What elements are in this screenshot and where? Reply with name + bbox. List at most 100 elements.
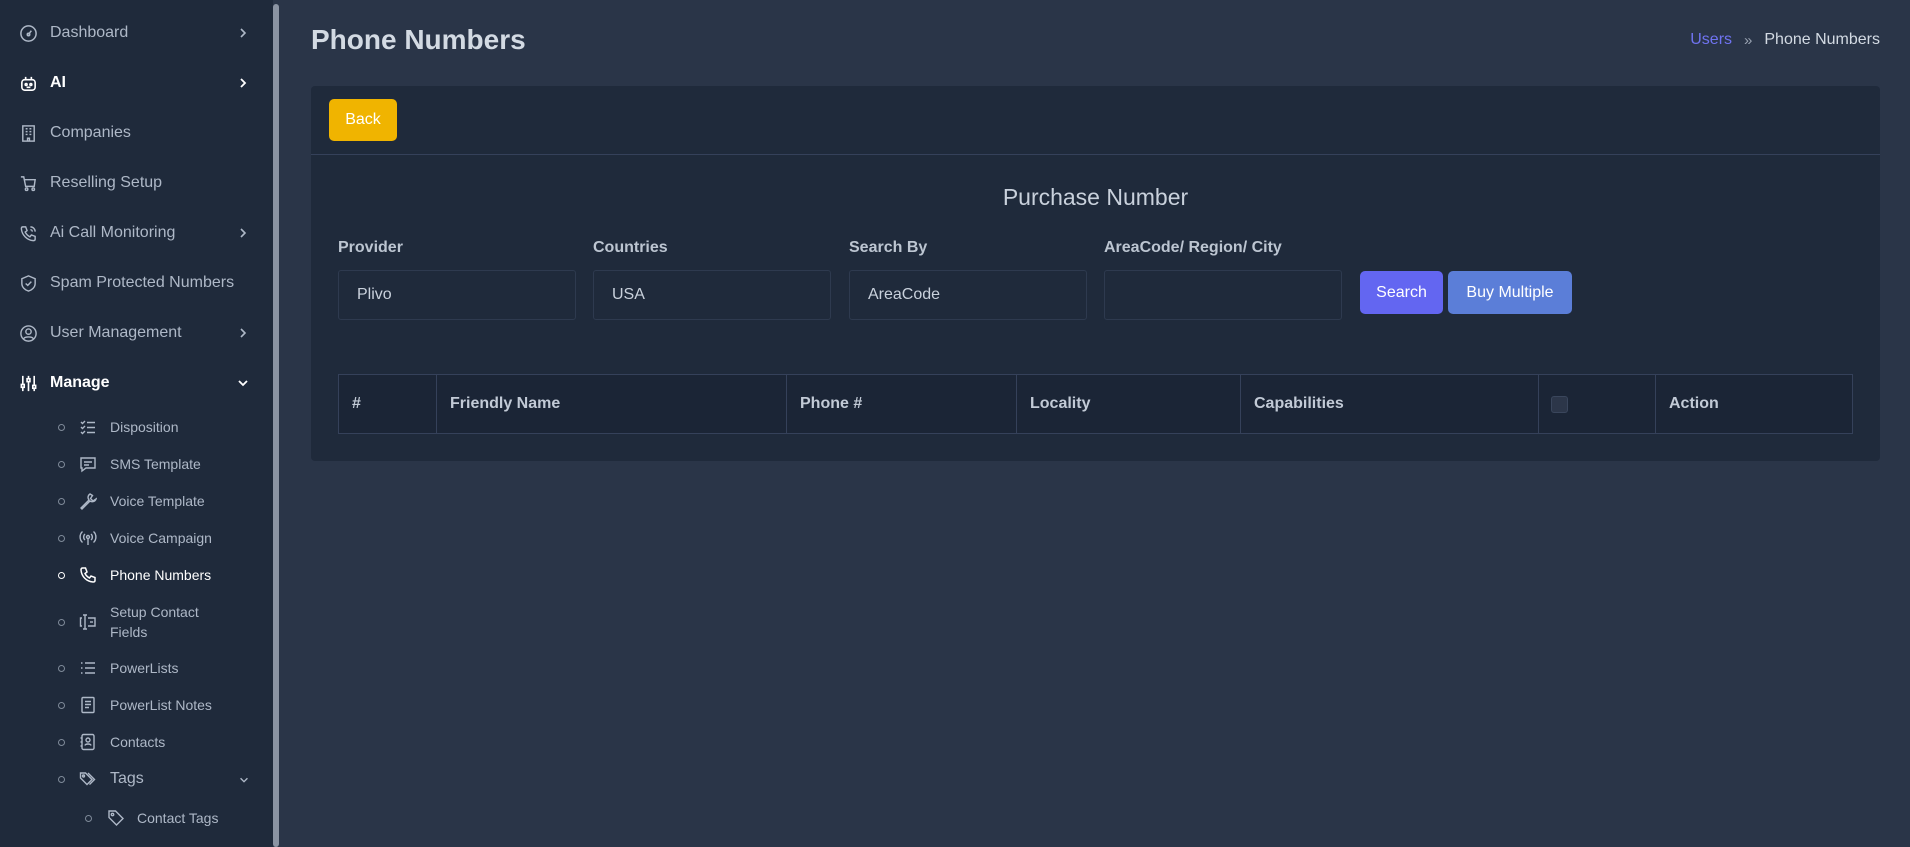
sidebar: Dashboard AI Companies Reselling Setup A… bbox=[0, 0, 273, 847]
shield-check-icon bbox=[19, 274, 38, 293]
provider-select[interactable]: Plivo bbox=[338, 270, 576, 320]
numbers-table-header: # Friendly Name Phone # Locality Capabil… bbox=[338, 374, 1853, 434]
column-header-friendly-name: Friendly Name bbox=[437, 375, 787, 433]
sidebar-subitem-voice-campaign[interactable]: Voice Campaign bbox=[0, 528, 273, 548]
sidebar-item-manage[interactable]: Manage bbox=[0, 358, 273, 408]
sidebar-subitem-sms-template[interactable]: SMS Template bbox=[0, 454, 273, 474]
building-icon bbox=[19, 124, 38, 143]
tags-icon bbox=[79, 770, 97, 788]
phone-icon bbox=[79, 566, 97, 584]
chevron-right-icon bbox=[236, 226, 250, 240]
wrench-icon bbox=[79, 492, 98, 510]
sidebar-subitem-label: Disposition bbox=[110, 419, 179, 435]
phone-call-icon bbox=[19, 224, 38, 243]
sidebar-item-label: Companies bbox=[50, 124, 131, 141]
countries-select[interactable]: USA bbox=[593, 270, 831, 320]
card-title: Purchase Number bbox=[1002, 184, 1189, 210]
sidebar-item-companies[interactable]: Companies bbox=[0, 108, 273, 158]
chevron-down-icon bbox=[238, 773, 250, 785]
areacode-label: AreaCode/ Region/ City bbox=[1104, 239, 1282, 256]
sidebar-subitem-label: Setup Contact Fields bbox=[110, 604, 199, 640]
bullet-icon bbox=[58, 424, 65, 431]
bullet-icon bbox=[58, 702, 65, 709]
column-header-phone: Phone # bbox=[787, 375, 1017, 433]
list-icon bbox=[79, 659, 97, 677]
sidebar-subitem-powerlist-notes[interactable]: PowerList Notes bbox=[0, 695, 273, 715]
card-header: Back bbox=[311, 86, 1880, 155]
column-header-action: Action bbox=[1669, 395, 1719, 412]
broadcast-icon bbox=[79, 529, 97, 547]
bullet-icon bbox=[58, 776, 65, 783]
sidebar-item-label: AI bbox=[50, 74, 66, 91]
sidebar-subitem-voice-template[interactable]: Voice Template bbox=[0, 491, 273, 511]
bullet-icon bbox=[58, 535, 65, 542]
page-title: Phone Numbers bbox=[311, 24, 526, 55]
sidebar-subitem-label: SMS Template bbox=[110, 456, 201, 472]
message-icon bbox=[79, 455, 97, 473]
breadcrumb-link-users[interactable]: Users bbox=[1690, 31, 1732, 49]
search-button[interactable]: Search bbox=[1360, 271, 1443, 314]
countries-label: Countries bbox=[593, 239, 668, 256]
sidebar-item-label: Manage bbox=[50, 374, 110, 391]
robot-icon bbox=[19, 74, 38, 93]
sidebar-subitem-label: Tags bbox=[110, 770, 144, 787]
bullet-icon bbox=[58, 461, 65, 468]
back-button[interactable]: Back bbox=[329, 99, 397, 141]
sidebar-scrollbar-thumb[interactable] bbox=[273, 4, 279, 847]
sidebar-subitem-label: Contacts bbox=[110, 734, 166, 750]
bullet-icon bbox=[58, 498, 65, 505]
sidebar-item-label: User Management bbox=[50, 324, 182, 341]
sidebar-subitem-disposition[interactable]: Disposition bbox=[0, 417, 273, 437]
column-header-locality: Locality bbox=[1017, 375, 1241, 433]
breadcrumb-current: Phone Numbers bbox=[1764, 31, 1880, 48]
areacode-input[interactable] bbox=[1104, 270, 1342, 320]
sidebar-subitem-label: Voice Campaign bbox=[110, 530, 212, 546]
bullet-icon bbox=[58, 619, 65, 626]
chevron-right-icon bbox=[236, 26, 250, 40]
address-book-icon bbox=[79, 733, 97, 751]
gauge-icon bbox=[19, 24, 38, 43]
sidebar-item-ai[interactable]: AI bbox=[0, 58, 273, 108]
sliders-icon bbox=[19, 374, 38, 393]
tag-icon bbox=[107, 809, 125, 827]
sidebar-subitem-contact-tags[interactable]: Contact Tags bbox=[0, 808, 273, 828]
column-header-capabilities: Capabilities bbox=[1241, 375, 1539, 433]
sidebar-item-spam-protected-numbers[interactable]: Spam Protected Numbers bbox=[0, 258, 273, 308]
sidebar-subitem-label: Phone Numbers bbox=[110, 567, 212, 583]
sidebar-item-ai-call-monitoring[interactable]: Ai Call Monitoring bbox=[0, 208, 273, 258]
notes-icon bbox=[79, 696, 97, 714]
sidebar-item-label: Dashboard bbox=[50, 24, 129, 41]
select-all-checkbox[interactable] bbox=[1551, 396, 1568, 413]
bullet-icon bbox=[58, 739, 65, 746]
breadcrumb-separator-icon: » bbox=[1744, 31, 1753, 49]
chevron-right-icon bbox=[236, 326, 250, 340]
sidebar-subitem-phone-numbers[interactable]: Phone Numbers bbox=[0, 565, 273, 585]
search-by-select[interactable]: AreaCode bbox=[849, 270, 1087, 320]
sidebar-item-user-management[interactable]: User Management bbox=[0, 308, 273, 358]
sidebar-subitem-contacts[interactable]: Contacts bbox=[0, 732, 273, 752]
bullet-icon bbox=[58, 665, 65, 672]
bullet-icon bbox=[58, 572, 65, 579]
sidebar-subitem-powerlists[interactable]: PowerLists bbox=[0, 658, 273, 678]
cart-icon bbox=[19, 174, 38, 193]
column-header-select bbox=[1539, 375, 1656, 433]
form-field-icon bbox=[79, 613, 97, 631]
sidebar-item-label: Ai Call Monitoring bbox=[50, 224, 176, 241]
sidebar-item-label: Spam Protected Numbers bbox=[50, 274, 235, 291]
chevron-right-icon bbox=[236, 76, 250, 90]
purchase-number-card: Back Purchase Number Provider Plivo Coun… bbox=[311, 86, 1880, 461]
sidebar-item-label: Reselling Setup bbox=[50, 174, 163, 191]
sidebar-item-dashboard[interactable]: Dashboard bbox=[0, 8, 273, 58]
buy-multiple-button[interactable]: Buy Multiple bbox=[1448, 271, 1572, 314]
sidebar-subitem-label: PowerLists bbox=[110, 660, 179, 676]
sidebar-item-reselling-setup[interactable]: Reselling Setup bbox=[0, 158, 273, 208]
column-header-index: # bbox=[339, 375, 437, 433]
sidebar-subitem-tags[interactable]: Tags bbox=[0, 769, 273, 789]
chevron-down-icon bbox=[236, 376, 250, 390]
provider-label: Provider bbox=[338, 239, 403, 256]
sidebar-subitem-label: PowerList Notes bbox=[110, 697, 212, 713]
sidebar-subitem-setup-contact-fields[interactable]: Setup Contact Fields bbox=[0, 602, 273, 642]
search-by-label: Search By bbox=[849, 239, 928, 256]
breadcrumb: Users » Phone Numbers bbox=[1690, 31, 1880, 49]
bullet-icon bbox=[85, 815, 92, 822]
